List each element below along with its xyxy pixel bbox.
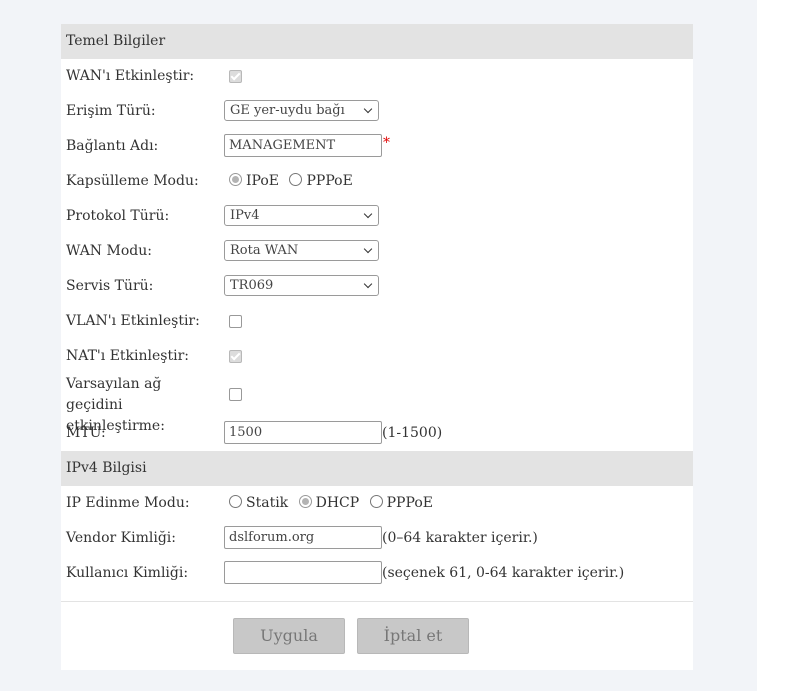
wan-mode-value: Rota WAN [230,243,299,258]
service-type-label: Servis Türü: [66,278,154,294]
row-encapsulation: Kapsülleme Modu: IPoE PPPoE [61,164,693,199]
radio-selected-icon[interactable] [298,495,312,508]
mtu-label: MTU: [66,425,106,441]
chevron-down-icon [363,279,373,289]
encapsulation-label: Kapsülleme Modu: [66,173,199,189]
vendor-id-hint: (0–64 karakter içerir.) [382,530,538,546]
encapsulation-option-pppoe-label: PPPoE [306,173,353,189]
service-type-select[interactable]: TR069 [224,275,379,296]
protocol-type-value: IPv4 [230,208,260,223]
wan-mode-select[interactable]: Rota WAN [224,240,379,261]
access-type-value: GE yer-uydu bağı [230,103,345,118]
right-edge-strip [757,0,796,691]
ip-mode-option-pppoe[interactable]: PPPoE [369,486,433,521]
section-header-ipv4: IPv4 Bilgisi [61,451,693,486]
wan-config-panel: Temel Bilgiler WAN'ı Etkinleştir: Erişim… [61,24,693,670]
row-vendor-id: Vendor Kimliği: dslforum.org (0–64 karak… [61,521,693,556]
wan-enable-checkbox[interactable] [229,70,242,83]
user-id-input[interactable] [224,561,382,584]
radio-icon[interactable] [369,495,383,508]
row-wan-mode: WAN Modu: Rota WAN [61,234,693,269]
chevron-down-icon [363,244,373,254]
protocol-type-label: Protokol Türü: [66,208,170,224]
ip-mode-radio-group: Statik DHCP PPPoE [229,486,439,521]
nat-enable-checkbox[interactable] [229,350,242,363]
vendor-id-label: Vendor Kimliği: [66,530,176,546]
row-protocol-type: Protokol Türü: IPv4 [61,199,693,234]
protocol-type-select[interactable]: IPv4 [224,205,379,226]
vlan-enable-checkbox[interactable] [229,315,242,328]
ip-mode-option-dhcp[interactable]: DHCP [298,486,360,521]
row-access-type: Erişim Türü: GE yer-uydu bağı [61,94,693,129]
ip-mode-option-static[interactable]: Statik [229,486,288,521]
row-service-type: Servis Türü: TR069 [61,269,693,304]
radio-icon[interactable] [229,495,242,508]
row-vlan-enable: VLAN'ı Etkinleştir: [61,304,693,339]
ip-mode-label: IP Edinme Modu: [66,495,190,511]
user-id-hint: (seçenek 61, 0-64 karakter içerir.) [382,565,625,581]
form-divider [61,601,693,602]
row-ip-mode: IP Edinme Modu: Statik DHCP PPPoE [61,486,693,521]
row-connection-name: Bağlantı Adı: MANAGEMENT * [61,129,693,164]
mtu-input[interactable]: 1500 [224,421,382,444]
vlan-enable-label: VLAN'ı Etkinleştir: [66,313,200,329]
encapsulation-radio-group: IPoE PPPoE [229,164,359,199]
chevron-down-icon [363,104,373,114]
connection-name-input[interactable]: MANAGEMENT [224,134,382,157]
mtu-hint: (1-1500) [382,425,443,441]
wan-mode-label: WAN Modu: [66,243,152,259]
radio-selected-icon[interactable] [229,173,242,186]
default-gateway-checkbox[interactable] [229,388,242,401]
apply-button[interactable]: Uygula [233,618,345,654]
row-user-id: Kullanıcı Kimliği: (seçenek 61, 0-64 kar… [61,556,693,591]
nat-enable-label: NAT'ı Etkinleştir: [66,348,189,364]
ip-mode-option-pppoe-label: PPPoE [386,495,433,511]
row-nat-enable: NAT'ı Etkinleştir: [61,339,693,374]
user-id-label: Kullanıcı Kimliği: [66,565,189,581]
wan-enable-label: WAN'ı Etkinleştir: [66,68,195,84]
radio-icon[interactable] [289,173,303,186]
section-header-basic: Temel Bilgiler [61,24,693,59]
encapsulation-option-pppoe[interactable]: PPPoE [289,164,353,199]
ip-mode-option-dhcp-label: DHCP [315,495,360,511]
row-wan-enable: WAN'ı Etkinleştir: [61,59,693,94]
access-type-label: Erişim Türü: [66,103,156,119]
connection-name-label: Bağlantı Adı: [66,138,159,154]
row-default-gateway: Varsayılan ağ geçidini etkinleştirme: [61,374,693,434]
encapsulation-option-ipoe-label: IPoE [246,173,280,189]
chevron-down-icon [363,209,373,219]
service-type-value: TR069 [230,278,274,293]
cancel-button[interactable]: İptal et [357,618,469,654]
access-type-select[interactable]: GE yer-uydu bağı [224,100,379,121]
encapsulation-option-ipoe[interactable]: IPoE [229,164,279,199]
row-mtu: MTU: 1500 (1-1500) [61,416,693,451]
vendor-id-input[interactable]: dslforum.org [224,526,382,549]
ip-mode-option-static-label: Statik [246,495,289,511]
required-asterisk: * [383,135,390,151]
